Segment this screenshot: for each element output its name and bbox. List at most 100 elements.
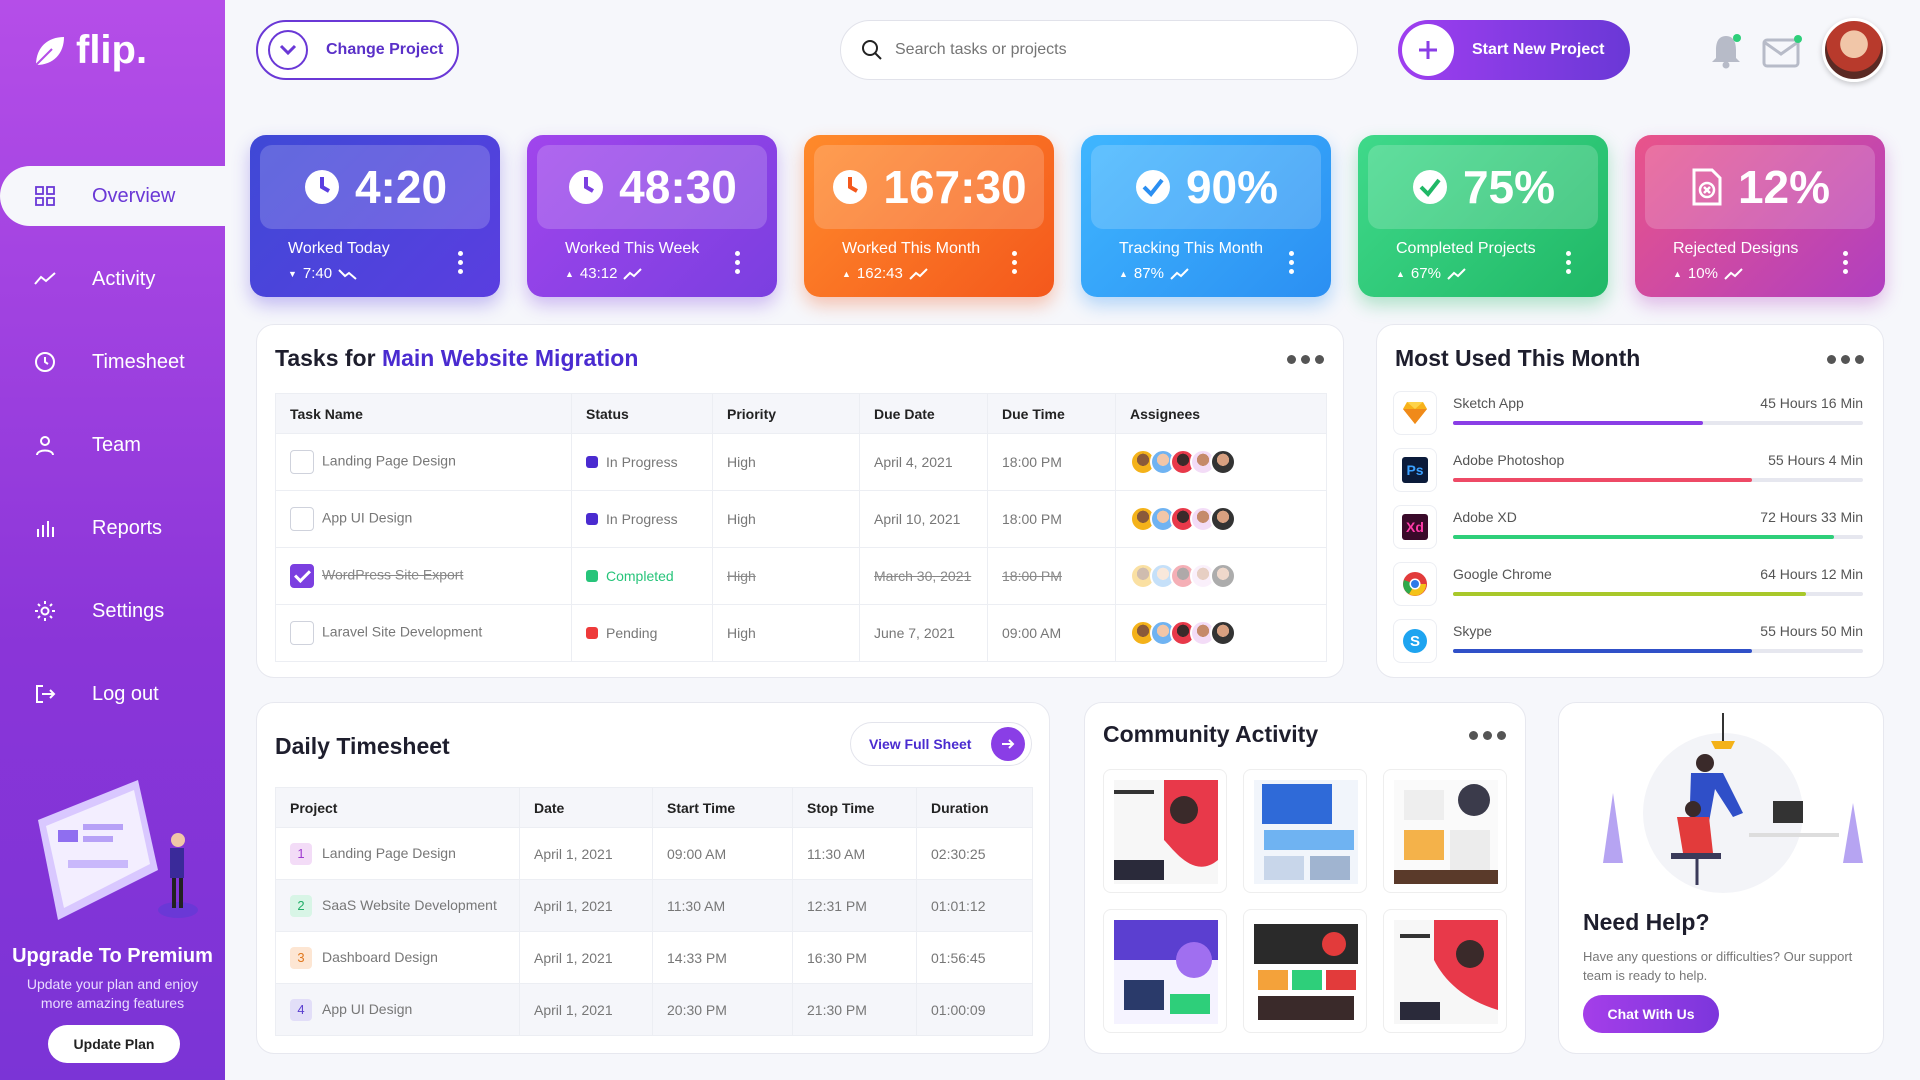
sidebar-item-logout[interactable]: Log out — [0, 664, 225, 724]
start-new-project-button[interactable]: Start New Project — [1398, 20, 1630, 80]
due-time-cell: 09:00 AM — [987, 604, 1116, 662]
trend-line-icon — [338, 268, 358, 280]
community-thumbnail[interactable] — [1383, 909, 1507, 1033]
table-row[interactable]: App UI Design In Progress High April 10, 20… — [275, 490, 1327, 548]
project-name: Dashboard Design — [322, 948, 438, 965]
update-plan-button[interactable]: Update Plan — [48, 1025, 180, 1063]
stat-card[interactable]: 4:20 Worked Today ▼ 7:40 — [250, 135, 500, 297]
sidebar-item-settings[interactable]: Settings — [0, 581, 225, 641]
duration-cell: 01:00:09 — [916, 983, 1033, 1036]
chat-with-us-button[interactable]: Chat With Us — [1583, 995, 1719, 1033]
kebab-menu-icon[interactable] — [458, 251, 464, 278]
avatar[interactable] — [1822, 18, 1886, 82]
assignee-avatar[interactable] — [1210, 506, 1236, 532]
task-checkbox[interactable] — [290, 564, 314, 588]
kebab-menu-icon[interactable] — [1566, 251, 1572, 278]
status-cell: Pending — [571, 604, 713, 662]
table-row[interactable]: 2 SaaS Website Development April 1, 2021 11… — [275, 879, 1033, 932]
status-text: Completed — [606, 568, 674, 584]
trend-line-icon — [1170, 267, 1190, 280]
search-input[interactable] — [895, 41, 1315, 59]
kebab-menu-icon[interactable] — [1843, 251, 1849, 278]
due-date-text: March 30, 2021 — [874, 568, 972, 584]
stat-label: Worked This Week — [565, 240, 700, 257]
svg-text:S: S — [1410, 633, 1420, 650]
stat-card[interactable]: 75% Completed Projects ▲ 67% — [1358, 135, 1608, 297]
sidebar: flip. Overview Activity Timesheet Team R… — [0, 0, 225, 1080]
sidebar-item-reports[interactable]: Reports — [0, 498, 225, 558]
table-row[interactable]: 1 Landing Page Design April 1, 2021 09:00 A… — [275, 827, 1033, 880]
trend-arrow-icon: ▲ — [842, 268, 851, 279]
community-thumbnail[interactable] — [1243, 769, 1367, 893]
assignee-avatar[interactable] — [1210, 449, 1236, 475]
date-cell: April 1, 2021 — [519, 931, 653, 984]
usage-bar-fill — [1453, 478, 1753, 482]
community-thumbnail[interactable] — [1103, 909, 1227, 1033]
task-name-cell: Landing Page Design — [275, 433, 572, 491]
tasks-project-name[interactable]: Main Website Migration — [382, 345, 638, 371]
change-project-button[interactable]: Change Project — [256, 20, 459, 80]
stat-label: Completed Projects — [1396, 240, 1536, 257]
status-text: Pending — [606, 625, 658, 641]
more-options-icon[interactable] — [1287, 355, 1324, 364]
task-checkbox[interactable] — [290, 507, 314, 531]
more-options-icon[interactable] — [1827, 355, 1864, 364]
mail-icon[interactable] — [1762, 34, 1804, 68]
kebab-menu-icon[interactable] — [1289, 251, 1295, 278]
assignee-group — [1130, 506, 1312, 532]
table-row[interactable]: Laravel Site Development Pending High June … — [275, 604, 1327, 662]
sidebar-item-timesheet[interactable]: Timesheet — [0, 332, 225, 392]
assignee-avatar[interactable] — [1210, 563, 1236, 589]
stat-value-box: 4:20 — [260, 145, 490, 229]
community-thumbnail[interactable] — [1243, 909, 1367, 1033]
sidebar-item-overview[interactable]: Overview — [0, 166, 225, 226]
view-full-sheet-button[interactable]: View Full Sheet — [850, 722, 1032, 766]
app-usage-info: Sketch App 45 Hours 16 Min — [1453, 391, 1863, 435]
stat-card[interactable]: 48:30 Worked This Week ▲ 43:12 — [527, 135, 777, 297]
change-project-label: Change Project — [326, 41, 444, 58]
xd-icon: Xd — [1393, 505, 1437, 549]
stat-comparison: ▲ 162:43 — [842, 265, 929, 282]
status-indicator — [586, 570, 598, 582]
kebab-menu-icon[interactable] — [1012, 251, 1018, 278]
stop-time-cell: 16:30 PM — [792, 931, 917, 984]
table-row[interactable]: WordPress Site Export Completed High March … — [275, 547, 1327, 605]
due-date-cell: June 7, 2021 — [859, 604, 988, 662]
task-checkbox[interactable] — [290, 450, 314, 474]
trend-arrow-icon: ▲ — [565, 268, 574, 279]
kebab-menu-icon[interactable] — [735, 251, 741, 278]
table-row[interactable]: Landing Page Design In Progress High April … — [275, 433, 1327, 491]
community-thumbnail[interactable] — [1383, 769, 1507, 893]
sidebar-item-team[interactable]: Team — [0, 415, 225, 475]
start-time-cell: 20:30 PM — [652, 983, 793, 1036]
sidebar-item-activity[interactable]: Activity — [0, 249, 225, 309]
file-x-icon — [1690, 168, 1724, 206]
stop-time-cell: 11:30 AM — [792, 827, 917, 880]
more-options-icon[interactable] — [1469, 731, 1506, 740]
bell-icon[interactable] — [1708, 32, 1744, 70]
stat-value: 48:30 — [619, 161, 737, 213]
stat-comparison: ▲ 43:12 — [565, 265, 643, 282]
tasks-title: Tasks for Main Website Migration — [275, 345, 638, 372]
tasks-panel: Tasks for Main Website Migration Task Na… — [256, 324, 1344, 678]
stat-card[interactable]: 90% Tracking This Month ▲ 87% — [1081, 135, 1331, 297]
table-row[interactable]: 4 App UI Design April 1, 2021 20:30 PM 21:30… — [275, 983, 1033, 1036]
trend-arrow-icon: ▼ — [288, 268, 297, 279]
community-thumbnail[interactable] — [1103, 769, 1227, 893]
task-name: Laravel Site Development — [322, 623, 483, 640]
tasks-table: Task Name Status Priority Due Date Due T… — [275, 393, 1327, 662]
task-checkbox[interactable] — [290, 621, 314, 645]
premium-title: Upgrade To Premium — [12, 945, 213, 967]
duration-cell: 01:56:45 — [916, 931, 1033, 984]
stat-card[interactable]: 12% Rejected Designs ▲ 10% — [1635, 135, 1885, 297]
stat-card[interactable]: 167:30 Worked This Month ▲ 162:43 — [804, 135, 1054, 297]
row-number-badge: 1 — [290, 842, 312, 865]
due-time-cell: 18:00 PM — [987, 490, 1116, 548]
assignee-avatar[interactable] — [1210, 620, 1236, 646]
bar-chart-icon — [37, 521, 54, 537]
due-time-text: 18:00 PM — [1002, 454, 1062, 470]
logo[interactable]: flip. — [32, 28, 147, 73]
assignees-cell — [1115, 490, 1327, 548]
table-row[interactable]: 3 Dashboard Design April 1, 2021 14:33 PM 16… — [275, 931, 1033, 984]
stat-value-box: 75% — [1368, 145, 1598, 229]
